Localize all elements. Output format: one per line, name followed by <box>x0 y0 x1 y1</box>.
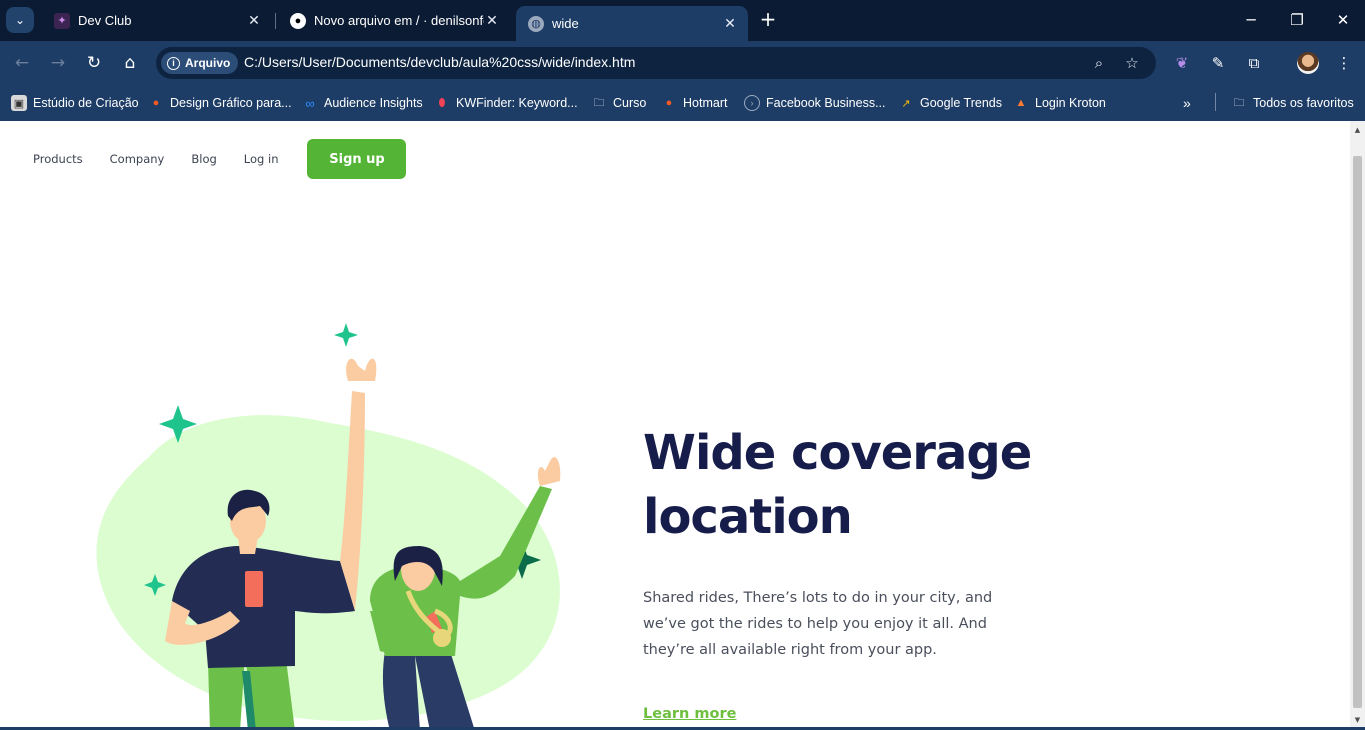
bookmark-star-icon[interactable]: ☆ <box>1121 52 1143 74</box>
hotmart-flame-icon: ● <box>665 97 673 109</box>
sparkle-icon <box>334 323 358 347</box>
hotmart-flame-icon: ● <box>152 97 160 109</box>
scroll-up-icon[interactable]: ▲ <box>1353 125 1362 135</box>
hero-heading: Wide coverage location <box>643 425 1032 545</box>
tab-separator <box>275 13 276 29</box>
close-window-icon[interactable]: ✕ <box>1320 6 1365 34</box>
eyedropper-icon[interactable]: ✎ <box>1206 51 1230 75</box>
folder-icon: 🗀 <box>593 96 605 109</box>
hero-description: Shared rides, There’s lots to do in your… <box>643 590 993 658</box>
close-tab-icon[interactable]: ✕ <box>482 10 502 30</box>
info-icon: i <box>167 56 180 70</box>
forward-icon[interactable]: → <box>45 50 71 76</box>
browser-toolbar: ← → ↻ ⌂ i Arquivo C:/Users/User/Document… <box>0 41 1365 85</box>
restore-icon[interactable]: ❐ <box>1274 6 1320 34</box>
tab-strip: ⌄ ✦ Dev Club ✕ ● Novo arquivo em / · den… <box>0 0 1365 41</box>
feather-extension-icon[interactable]: ❦ <box>1170 51 1194 75</box>
bookmark-item[interactable]: ● Hotmart <box>661 93 728 113</box>
studio-icon: ▣ <box>11 95 27 111</box>
site-info-chip[interactable]: i Arquivo <box>161 52 239 74</box>
address-bar[interactable]: i Arquivo C:/Users/User/Documents/devclu… <box>156 47 1156 79</box>
bookmark-item[interactable]: ⬮ KWFinder: Keyword... <box>434 93 578 113</box>
tab-title: Novo arquivo em / · denilsonfe <box>314 13 484 28</box>
meta-icon: ∞ <box>305 95 315 111</box>
page-scrollbar[interactable]: ▲ ▼ <box>1350 121 1365 730</box>
bookmark-item[interactable]: › Facebook Business... <box>744 93 886 113</box>
kroton-icon: ▲ <box>1015 97 1027 109</box>
scroll-down-icon[interactable]: ▼ <box>1353 715 1362 725</box>
tab-title: wide <box>552 16 579 31</box>
bookmark-label: Login Kroton <box>1035 96 1106 110</box>
back-icon[interactable]: ← <box>9 50 35 76</box>
folder-icon: 🗀 <box>1233 96 1245 109</box>
trends-icon: ↗ <box>901 97 911 110</box>
bookmark-item[interactable]: ● Design Gráfico para... <box>148 93 292 113</box>
bookmark-label: Design Gráfico para... <box>170 96 292 110</box>
signup-button[interactable]: Sign up <box>307 139 407 179</box>
nav-blog[interactable]: Blog <box>191 152 216 166</box>
bookmark-item[interactable]: ↗ Google Trends <box>898 93 1002 113</box>
bookmark-item[interactable]: ∞ Audience Insights <box>302 93 423 113</box>
learn-more-link[interactable]: Learn more <box>643 706 736 722</box>
nav-login[interactable]: Log in <box>244 152 279 166</box>
scroll-thumb[interactable] <box>1353 156 1362 708</box>
nav-products[interactable]: Products <box>33 152 83 166</box>
facebook-business-icon: › <box>744 95 760 111</box>
close-tab-icon[interactable]: ✕ <box>720 13 740 33</box>
minimize-icon[interactable]: ─ <box>1228 6 1274 34</box>
tab-wide[interactable]: ◍ wide ✕ <box>516 6 748 41</box>
new-tab-icon[interactable]: + <box>756 8 780 32</box>
tab-title: Dev Club <box>78 13 132 28</box>
bookmark-label: Audience Insights <box>324 96 423 110</box>
extensions-puzzle-icon[interactable]: ⧉ <box>1242 51 1266 75</box>
bookmark-label: Google Trends <box>920 96 1002 110</box>
bookmark-item[interactable]: ▲ Login Kroton <box>1013 93 1106 113</box>
all-bookmarks-folder[interactable]: 🗀 Todos os favoritos <box>1231 93 1354 113</box>
tab-github[interactable]: ● Novo arquivo em / · denilsonfe ✕ <box>278 6 510 35</box>
bookmark-label: Todos os favoritos <box>1253 96 1354 110</box>
site-nav: Products Company Blog Log in Sign up <box>33 139 407 179</box>
profile-avatar[interactable] <box>1297 52 1319 74</box>
bookmark-label: KWFinder: Keyword... <box>456 96 578 110</box>
hero-illustration <box>96 323 561 730</box>
dev-club-icon: ✦ <box>54 12 70 29</box>
bookmark-item[interactable]: ▣ Estúdio de Criação <box>11 93 139 113</box>
menu-kebab-icon[interactable]: ⋮ <box>1332 51 1356 75</box>
nav-company[interactable]: Company <box>110 152 165 166</box>
close-tab-icon[interactable]: ✕ <box>244 10 264 30</box>
reload-icon[interactable]: ↻ <box>81 50 107 76</box>
url-text[interactable]: C:/Users/User/Documents/devclub/aula%20c… <box>244 54 635 70</box>
bookmark-label: Curso <box>613 96 647 110</box>
bookmark-label: Facebook Business... <box>766 96 886 110</box>
zoom-icon[interactable]: ⌕ <box>1088 52 1110 74</box>
bookmark-label: Hotmart <box>683 96 728 110</box>
bookmark-folder[interactable]: 🗀 Curso <box>591 93 647 113</box>
bookmarks-bar: ▣ Estúdio de Criação ● Design Gráfico pa… <box>0 85 1365 121</box>
bookmarks-divider <box>1215 93 1216 111</box>
tab-dev-club[interactable]: ✦ Dev Club ✕ <box>42 6 272 35</box>
tab-search-chevron-icon[interactable]: ⌄ <box>6 7 34 33</box>
more-bookmarks-icon[interactable]: » <box>1183 93 1191 113</box>
page-viewport: Products Company Blog Log in Sign up Wid… <box>0 121 1350 730</box>
home-icon[interactable]: ⌂ <box>117 50 143 76</box>
bookmark-label: Estúdio de Criação <box>33 96 139 110</box>
kwfinder-icon: ⬮ <box>438 96 446 109</box>
chip-label: Arquivo <box>185 56 231 70</box>
globe-icon: ◍ <box>528 15 544 32</box>
github-icon: ● <box>290 12 306 29</box>
